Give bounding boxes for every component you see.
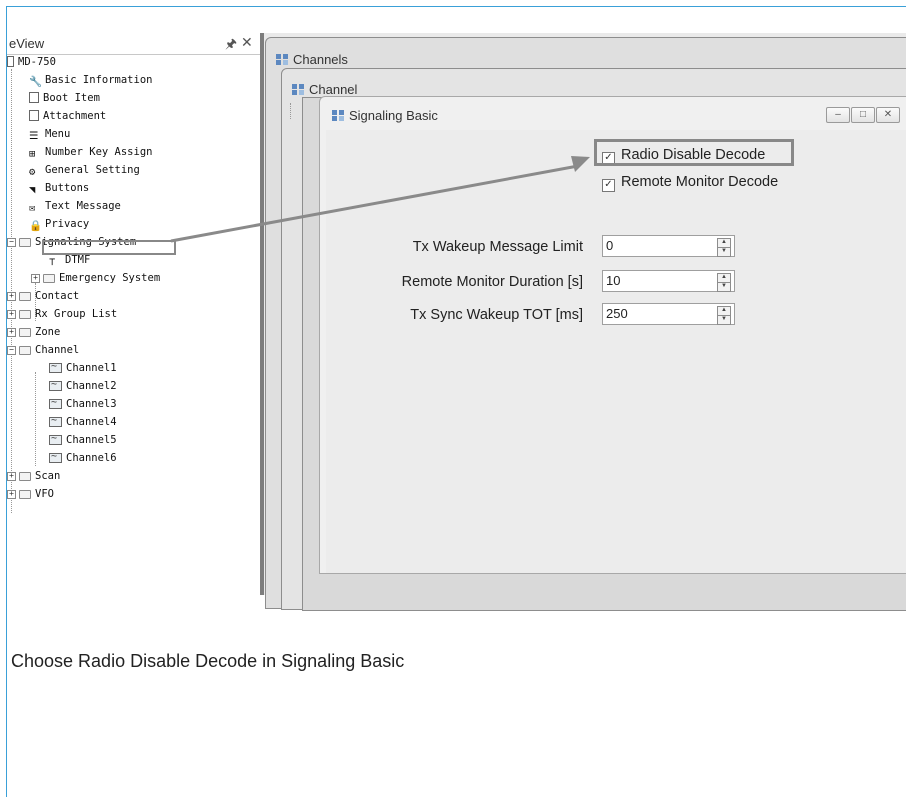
- arrow-line: [170, 164, 579, 243]
- annotation-arrow: [170, 156, 590, 243]
- arrow-head: [571, 156, 590, 172]
- caption: Choose Radio Disable Decode in Signaling…: [11, 651, 405, 671]
